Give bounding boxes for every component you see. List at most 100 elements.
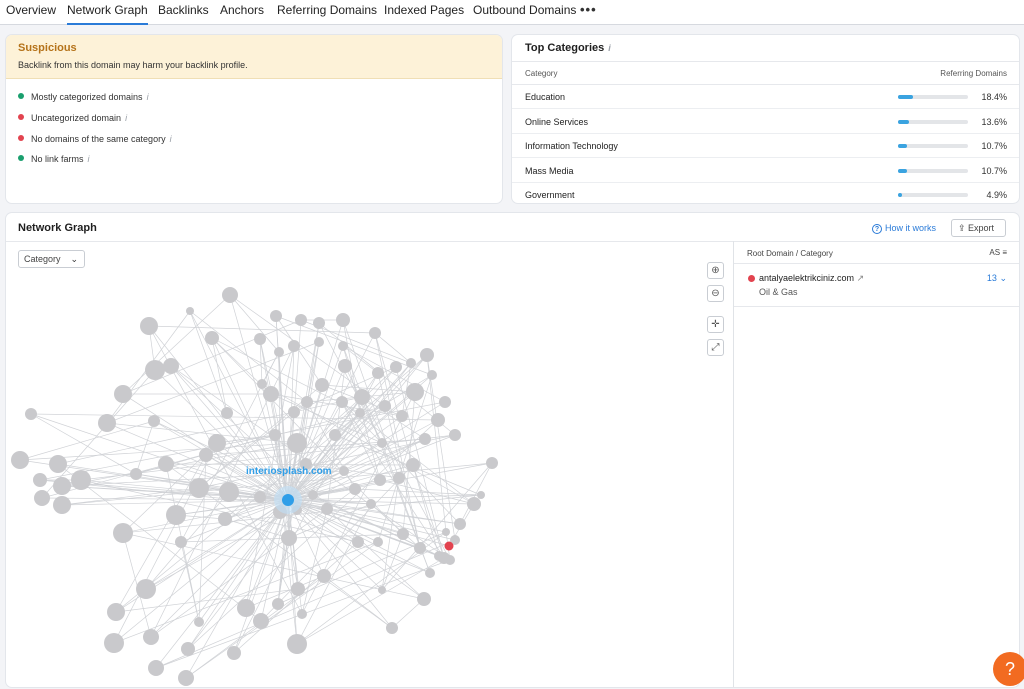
graph-node[interactable] (287, 634, 307, 654)
graph-node[interactable] (205, 331, 219, 345)
graph-node[interactable] (467, 497, 481, 511)
graph-node[interactable] (420, 348, 434, 362)
graph-node[interactable] (336, 313, 350, 327)
graph-node[interactable] (355, 408, 365, 418)
graph-node[interactable] (269, 429, 281, 441)
export-button[interactable]: ⇪ Export (951, 219, 1006, 237)
graph-node[interactable] (477, 491, 485, 499)
graph-node[interactable] (25, 408, 37, 420)
graph-node[interactable] (274, 347, 284, 357)
graph-node[interactable] (369, 327, 381, 339)
graph-node[interactable] (237, 599, 255, 617)
graph-node[interactable] (194, 617, 204, 627)
graph-node[interactable] (372, 367, 384, 379)
graph-node[interactable] (227, 646, 241, 660)
tab-indexed-pages[interactable]: Indexed Pages (384, 3, 464, 25)
graph-node[interactable] (406, 383, 424, 401)
center-graph-button[interactable]: ✛ (707, 316, 724, 333)
graph-node[interactable] (221, 407, 233, 419)
graph-node[interactable] (254, 491, 266, 503)
graph-node[interactable] (439, 396, 451, 408)
graph-node[interactable] (321, 503, 333, 515)
graph-node[interactable] (71, 470, 91, 490)
column-header-as[interactable]: AS ≡ (989, 248, 1007, 257)
tab-outbound-domains[interactable]: Outbound Domains (473, 3, 576, 25)
info-icon[interactable]: i (125, 113, 127, 123)
graph-node[interactable] (373, 537, 383, 547)
graph-node[interactable] (34, 490, 50, 506)
graph-node[interactable] (366, 499, 376, 509)
graph-node[interactable] (449, 429, 461, 441)
graph-node[interactable] (53, 477, 71, 495)
graph-node[interactable] (308, 490, 318, 500)
list-item[interactable]: antalyaelektrikciniz.com ↗ Oil & Gas 13 … (734, 265, 1019, 307)
graph-node[interactable] (104, 633, 124, 653)
zoom-in-button[interactable]: ⊕ (707, 262, 724, 279)
graph-node[interactable] (315, 378, 329, 392)
graph-node[interactable] (199, 448, 213, 462)
graph-node[interactable] (288, 340, 300, 352)
flagged-node[interactable] (444, 541, 454, 551)
graph-node[interactable] (291, 582, 305, 596)
graph-node[interactable] (288, 406, 300, 418)
more-tabs-icon[interactable]: ••• (580, 2, 597, 17)
graph-node[interactable] (338, 341, 348, 351)
graph-node[interactable] (208, 434, 226, 452)
graph-node[interactable] (445, 555, 455, 565)
graph-node[interactable] (486, 457, 498, 469)
graph-node[interactable] (189, 478, 209, 498)
info-icon[interactable]: i (170, 134, 172, 144)
graph-node[interactable] (11, 451, 29, 469)
graph-node[interactable] (406, 358, 416, 368)
graph-node[interactable] (257, 379, 267, 389)
category-select[interactable]: Category ⌄ (18, 250, 85, 268)
graph-node[interactable] (295, 314, 307, 326)
graph-node[interactable] (272, 598, 284, 610)
graph-node[interactable] (339, 466, 349, 476)
graph-node[interactable] (49, 455, 67, 473)
info-icon[interactable]: i (608, 43, 611, 53)
graph-node[interactable] (287, 433, 307, 453)
graph-node[interactable] (377, 438, 387, 448)
graph-node[interactable] (425, 568, 435, 578)
graph-node[interactable] (113, 523, 133, 543)
graph-node[interactable] (270, 310, 282, 322)
tab-referring-domains[interactable]: Referring Domains (277, 3, 377, 25)
graph-node[interactable] (386, 622, 398, 634)
tab-anchors[interactable]: Anchors (220, 3, 264, 25)
graph-node[interactable] (378, 586, 386, 594)
graph-node[interactable] (33, 473, 47, 487)
graph-node[interactable] (419, 433, 431, 445)
graph-node[interactable] (53, 496, 71, 514)
graph-node[interactable] (396, 410, 408, 422)
graph-node[interactable] (181, 642, 195, 656)
graph-node[interactable] (297, 609, 307, 619)
graph-node[interactable] (313, 317, 325, 329)
tab-backlinks[interactable]: Backlinks (158, 3, 209, 25)
domain-link[interactable]: antalyaelektrikciniz.com ↗ (759, 273, 864, 284)
graph-node[interactable] (158, 456, 174, 472)
graph-node[interactable] (254, 333, 266, 345)
graph-node[interactable] (222, 287, 238, 303)
graph-node[interactable] (414, 542, 426, 554)
graph-node[interactable] (417, 592, 431, 606)
graph-node[interactable] (301, 396, 313, 408)
help-button[interactable]: ? (993, 652, 1024, 686)
graph-node[interactable] (218, 512, 232, 526)
graph-node[interactable] (186, 307, 194, 315)
graph-node[interactable] (336, 396, 348, 408)
tab-network-graph[interactable]: Network Graph (67, 3, 148, 25)
authority-score[interactable]: 13 ⌄ (987, 273, 1007, 284)
tab-overview[interactable]: Overview (6, 3, 56, 25)
graph-node[interactable] (454, 518, 466, 530)
graph-node[interactable] (442, 528, 450, 536)
how-it-works-link[interactable]: ? How it works (872, 223, 936, 234)
graph-node[interactable] (263, 386, 279, 402)
graph-node[interactable] (163, 358, 179, 374)
graph-node[interactable] (314, 337, 324, 347)
center-node[interactable] (282, 494, 294, 506)
info-icon[interactable]: i (88, 154, 90, 164)
info-icon[interactable]: i (147, 92, 149, 102)
graph-node[interactable] (143, 629, 159, 645)
graph-node[interactable] (393, 472, 405, 484)
